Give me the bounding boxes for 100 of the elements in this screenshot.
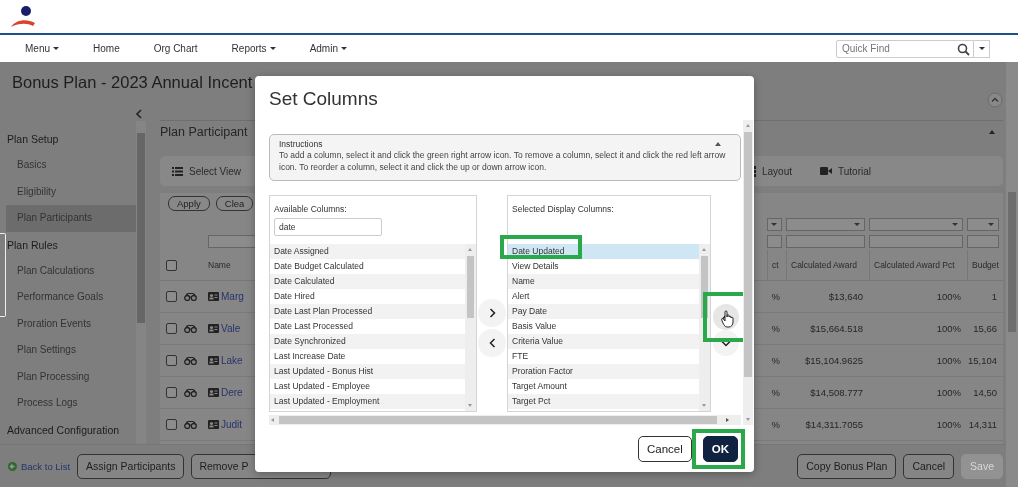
list-item[interactable]: Last Updated - Employment	[270, 394, 465, 409]
sidebar-item[interactable]: Plan Participants	[6, 205, 136, 232]
participant-link[interactable]: Dere	[221, 387, 243, 398]
participant-link[interactable]: Marg	[221, 291, 244, 302]
filter-input[interactable]: date	[274, 218, 382, 236]
list-item[interactable]: Date Last Processed	[270, 319, 465, 334]
footer-button[interactable]: Copy Bonus Plan	[797, 453, 897, 479]
list-item[interactable]: Pay Date	[508, 304, 699, 319]
sidebar-item[interactable]: Performance Goals	[6, 284, 136, 311]
binoculars-icon[interactable]	[184, 420, 197, 429]
list-item[interactable]: Basis Value	[508, 319, 699, 334]
dialog-button[interactable]: Cancel	[637, 435, 692, 462]
add-column-button[interactable]	[478, 299, 506, 327]
filter-input[interactable]	[869, 235, 963, 248]
filter-button[interactable]: Clea	[215, 196, 254, 211]
sidebar-item[interactable]: Plan Settings	[6, 337, 136, 364]
nav-link[interactable]: Home	[93, 43, 120, 54]
list-item[interactable]: Date Synchronized	[270, 334, 465, 349]
participant-link[interactable]: Vale	[221, 323, 241, 334]
list-item[interactable]: Criteria Value	[508, 334, 699, 349]
table-cell-text: %	[770, 387, 781, 398]
table-cell-text: 100%	[935, 387, 962, 398]
row-checkbox[interactable]	[166, 323, 177, 334]
dialog-button[interactable]: OK	[702, 435, 738, 462]
column-header[interactable]: ct	[767, 250, 786, 280]
participant-link[interactable]: Judit	[221, 419, 243, 430]
sidebar-section-heading[interactable]: Advanced Configuration	[6, 416, 136, 443]
list-item[interactable]: Date Budget Calculated	[270, 259, 465, 274]
list-item[interactable]: View Details	[508, 259, 699, 274]
list-item[interactable]: Target Pct	[508, 394, 699, 409]
filter-input[interactable]	[967, 235, 999, 248]
chevron-left-icon[interactable]	[135, 109, 143, 119]
row-checkbox[interactable]	[166, 291, 177, 302]
column-header[interactable]: Calculated Award	[786, 250, 869, 280]
sidebar-item[interactable]: Proration Events	[6, 310, 136, 337]
sidebar-section-heading[interactable]: Plan Rules	[6, 231, 136, 258]
dropdown-button[interactable]	[974, 39, 990, 58]
list-item[interactable]: Alert	[508, 289, 699, 304]
table-cell-text: 100%	[935, 323, 962, 334]
filter-button[interactable]: Apply	[168, 196, 210, 211]
nav-link[interactable]: Admin	[309, 43, 347, 54]
table-cell-text: %	[770, 355, 781, 366]
row-checkbox[interactable]	[166, 419, 177, 430]
list-item[interactable]: Date Calculated	[270, 274, 465, 289]
table-cell-text: 14,311	[967, 419, 998, 430]
list-item[interactable]: FTE	[508, 349, 699, 364]
binoculars-icon[interactable]	[184, 356, 197, 365]
search-icon	[957, 42, 970, 56]
list-item[interactable]: Date Assigned	[270, 244, 465, 259]
scrollbar[interactable]	[136, 121, 146, 444]
binoculars-icon[interactable]	[184, 292, 197, 301]
sidebar-section-heading[interactable]: Plan Setup	[6, 126, 136, 152]
binoculars-icon[interactable]	[184, 324, 197, 333]
row-checkbox[interactable]	[166, 355, 177, 366]
sidebar-item[interactable]: Basics	[6, 152, 136, 179]
footer-button[interactable]: Cancel	[903, 453, 955, 479]
column-header[interactable]: Budget	[967, 250, 1003, 280]
scrollbar[interactable]	[465, 244, 476, 411]
list-item[interactable]: Date Hired	[270, 289, 465, 304]
column-header[interactable]: Calculated Award Pct	[869, 250, 967, 280]
nav-link[interactable]: Org Chart	[153, 43, 198, 54]
sidebar-item[interactable]: Plan Calculations	[6, 257, 136, 284]
scrollbar[interactable]	[743, 120, 753, 425]
filter-select[interactable]	[767, 217, 782, 231]
quick-find-field[interactable]: Quick Find	[836, 39, 974, 58]
chevron-right-icon	[488, 308, 496, 318]
toolbar-button[interactable]: Select View	[172, 165, 242, 177]
footer-button[interactable]: Assign Participants	[77, 453, 185, 479]
scrollbar[interactable]	[1006, 62, 1018, 487]
sidebar-item[interactable]: Process Logs	[6, 390, 136, 417]
filter-input[interactable]	[767, 235, 782, 248]
collapse-icon[interactable]	[715, 142, 721, 146]
sidebar-item[interactable]: Plan Processing	[6, 363, 136, 390]
binoculars-icon[interactable]	[184, 388, 197, 397]
sidebar-item[interactable]: Eligibility	[6, 178, 136, 205]
list-item[interactable]: Last Updated - Employee	[270, 379, 465, 394]
back-link[interactable]: Back to List	[8, 460, 71, 472]
chevron-up-icon[interactable]	[987, 91, 1003, 108]
list-item[interactable]: Last Increase Date	[270, 349, 465, 364]
table-cell-text: 15,66	[972, 323, 998, 334]
toolbar-button[interactable]: Tutorial	[820, 165, 871, 177]
list-item[interactable]: Proration Factor	[508, 364, 699, 379]
filter-input[interactable]	[786, 235, 865, 248]
list-item[interactable]: Date Last Plan Processed	[270, 304, 465, 319]
list-item[interactable]: Name	[508, 274, 699, 289]
select-all-checkbox[interactable]	[166, 259, 177, 271]
scrollbar[interactable]	[269, 415, 741, 425]
table-cell-text: 1	[990, 291, 998, 302]
participant-link[interactable]: Lake	[221, 355, 243, 366]
collapse-icon[interactable]	[989, 130, 995, 134]
back-arrow-icon	[8, 461, 17, 471]
list-item[interactable]: Last Updated - Bonus Hist	[270, 364, 465, 379]
drawer-handle[interactable]	[0, 233, 6, 317]
scrollbar[interactable]	[699, 244, 710, 411]
remove-column-button[interactable]	[478, 329, 506, 357]
row-checkbox[interactable]	[166, 387, 177, 398]
nav-link[interactable]: Menu	[25, 43, 59, 54]
table-cell-text: $14,311.7055	[804, 419, 864, 430]
nav-link[interactable]: Reports	[231, 43, 276, 54]
list-item[interactable]: Target Amount	[508, 379, 699, 394]
